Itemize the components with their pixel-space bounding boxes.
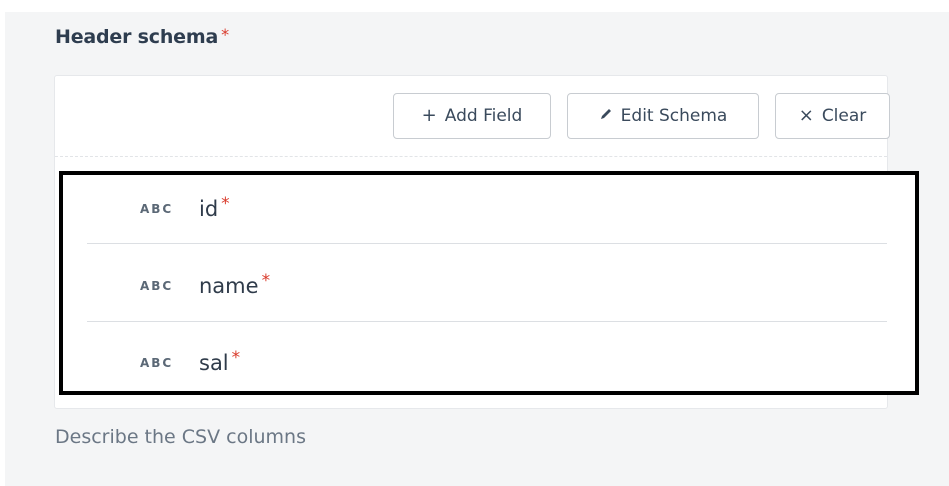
- field-row-name[interactable]: ABC name *: [87, 248, 887, 324]
- string-type-icon: ABC: [140, 202, 174, 216]
- divider: [87, 243, 887, 244]
- field-name: id *: [199, 194, 230, 221]
- close-icon: ×: [798, 105, 814, 126]
- field-name-label: sal: [199, 351, 229, 375]
- required-mark: *: [261, 271, 271, 291]
- add-field-button[interactable]: + Add Field: [393, 93, 551, 139]
- field-name-label: name: [199, 274, 259, 298]
- required-mark: *: [231, 348, 241, 368]
- section-title-label: Header schema: [55, 26, 219, 48]
- plus-icon: +: [421, 105, 437, 126]
- clear-label: Clear: [821, 106, 867, 126]
- field-name-label: id: [199, 197, 219, 221]
- edit-schema-label: Edit Schema: [620, 106, 728, 126]
- required-mark: *: [221, 25, 229, 44]
- help-text: Describe the CSV columns: [55, 426, 306, 448]
- section-title: Header schema *: [55, 25, 229, 48]
- field-row-sal[interactable]: ABC sal *: [87, 325, 887, 401]
- clear-button[interactable]: × Clear: [775, 93, 890, 139]
- edit-schema-button[interactable]: Edit Schema: [567, 93, 759, 139]
- pencil-icon: [599, 107, 613, 125]
- divider: [87, 321, 887, 322]
- pencil-icon-svg: [600, 109, 611, 119]
- field-list: ABC id * ABC name * ABC sal *: [59, 171, 919, 395]
- field-name: sal *: [199, 348, 241, 375]
- string-type-icon: ABC: [140, 356, 174, 370]
- field-name: name *: [199, 271, 271, 298]
- required-mark: *: [221, 194, 230, 214]
- add-field-label: Add Field: [444, 106, 523, 126]
- field-row-id[interactable]: ABC id *: [87, 171, 887, 247]
- string-type-icon: ABC: [140, 279, 174, 293]
- schema-toolbar: + Add Field Edit Schema × Clear: [55, 76, 890, 157]
